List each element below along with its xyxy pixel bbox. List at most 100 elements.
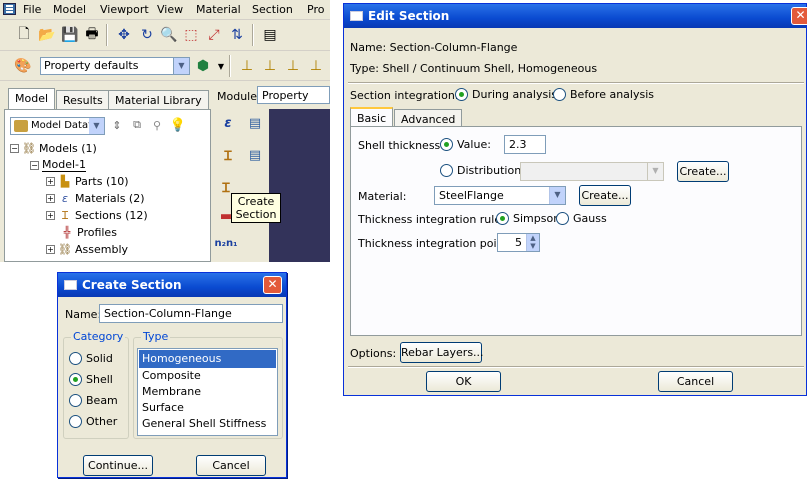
abaqus-main-window: File Model Viewport View Material Sectio… xyxy=(0,0,330,262)
print-icon[interactable]: 🖶 xyxy=(81,24,103,46)
new-file-icon[interactable]: 🗋 xyxy=(13,24,35,46)
material-select[interactable]: SteelFlange ▼ xyxy=(434,186,566,205)
ok-button[interactable]: OK xyxy=(426,371,501,392)
window-icon xyxy=(350,11,363,21)
type-general-shell-stiffness[interactable]: General Shell Stiffness xyxy=(139,416,276,432)
collapse-icon[interactable]: − xyxy=(10,144,19,153)
material-manager-icon[interactable]: ▤ xyxy=(243,112,267,134)
menu-bar: File Model Viewport View Material Sectio… xyxy=(0,0,330,20)
parts-icon: ▙ xyxy=(60,175,70,188)
system-menu-icon[interactable] xyxy=(3,3,16,15)
pan-icon[interactable]: ✥ xyxy=(113,24,135,46)
section-name-input[interactable]: Section-Column-Flange xyxy=(99,304,283,323)
color-palette-icon[interactable]: 🎨 xyxy=(12,55,34,77)
models-icon: ⛓ xyxy=(22,142,36,155)
expand-icon[interactable]: + xyxy=(46,211,55,220)
tab-results[interactable]: Results xyxy=(56,90,110,110)
rule-gauss-radio[interactable]: Gauss xyxy=(556,212,607,225)
cancel-button[interactable]: Cancel xyxy=(196,455,266,476)
menu-file[interactable]: File xyxy=(23,3,41,16)
highlight-icon[interactable]: 💡 xyxy=(169,116,187,134)
thickness-distribution-radio[interactable]: Distribution: xyxy=(440,164,525,177)
thickness-value-input[interactable]: 2.3 xyxy=(504,135,546,154)
model-database-select[interactable]: Model Datat ▼ xyxy=(10,117,105,135)
module-select[interactable]: Property xyxy=(257,86,330,104)
menu-model[interactable]: Model xyxy=(53,3,86,16)
tree-item-models[interactable]: − ⛓ Models (1) xyxy=(10,142,97,155)
viewport-manager-icon[interactable]: ▤ xyxy=(259,24,281,46)
create-distribution-button[interactable]: Create... xyxy=(677,161,729,182)
menu-material[interactable]: Material xyxy=(196,3,241,16)
view-xy-icon[interactable]: ⊥ xyxy=(236,55,258,77)
distribution-select[interactable]: ▼ xyxy=(520,162,664,181)
close-icon[interactable]: ✕ xyxy=(263,276,282,294)
zoom-icon[interactable]: 🔍 xyxy=(158,24,180,46)
tree-item-assembly[interactable]: + ⛓ Assembly xyxy=(46,243,128,256)
tab-basic[interactable]: Basic xyxy=(350,107,394,128)
view-yx-icon[interactable]: ⊥ xyxy=(259,55,281,77)
view-zx-icon[interactable]: ⊥ xyxy=(282,55,304,77)
type-composite[interactable]: Composite xyxy=(139,368,276,384)
close-icon[interactable]: ✕ xyxy=(791,7,807,25)
expand-icon[interactable]: + xyxy=(46,194,55,203)
expand-icon[interactable]: + xyxy=(46,245,55,254)
continue-button[interactable]: Continue... xyxy=(83,455,153,476)
filter-icon[interactable]: ⧉ xyxy=(128,116,146,134)
tab-model[interactable]: Model xyxy=(8,88,56,110)
open-folder-icon[interactable]: 📂 xyxy=(36,24,58,46)
thickness-rule-label: Thickness integration rule: xyxy=(358,213,505,226)
rebar-layers-button[interactable]: Rebar Layers... xyxy=(400,342,484,363)
tab-material-library[interactable]: Material Library xyxy=(108,90,209,110)
before-analysis-radio[interactable]: Before analysis xyxy=(553,88,654,101)
category-other-radio[interactable]: Other xyxy=(69,415,117,428)
tree-item-profiles[interactable]: ╬ Profiles xyxy=(60,226,117,239)
collapse-icon[interactable]: − xyxy=(30,160,39,170)
tree-item-model-1[interactable]: − Model-1 xyxy=(30,158,86,172)
view-xz-icon[interactable]: ⊥ xyxy=(305,55,327,77)
module-label: Module: xyxy=(217,90,261,103)
menu-viewport[interactable]: Viewport xyxy=(100,3,149,16)
integration-points-spinner[interactable]: 5 ▲ ▼ xyxy=(497,233,540,252)
rule-simpson-radio[interactable]: Simpson xyxy=(496,212,560,225)
type-homogeneous[interactable]: Homogeneous xyxy=(139,350,276,368)
material-label: Material: xyxy=(358,190,407,203)
tree-item-parts[interactable]: + ▙ Parts (10) xyxy=(46,175,129,188)
section-manager-icon[interactable]: ▤ xyxy=(243,144,267,166)
color-code-select[interactable]: Property defaults ▼ xyxy=(40,57,190,75)
assembly-icon: ⛓ xyxy=(58,243,72,256)
cancel-button[interactable]: Cancel xyxy=(658,371,733,392)
rotate-icon[interactable]: ↻ xyxy=(136,24,158,46)
assign-orientation-icon[interactable]: n₂n₁ xyxy=(214,232,238,254)
category-shell-radio[interactable]: Shell xyxy=(69,373,113,386)
auto-fit-icon[interactable]: ⤢ xyxy=(203,24,225,46)
save-icon[interactable]: 💾 xyxy=(59,24,81,46)
box-zoom-icon[interactable]: ⬚ xyxy=(180,24,202,46)
create-section-icon[interactable]: Ɪ xyxy=(216,144,240,166)
type-title: Type xyxy=(141,330,171,343)
expand-icon[interactable]: + xyxy=(46,177,55,186)
secondary-toolbar: 🎨 Property defaults ▼ ⬢ ▼ ⊥ ⊥ ⊥ ⊥ xyxy=(0,51,330,81)
section-type-list[interactable]: Homogeneous Composite Membrane Surface G… xyxy=(137,348,278,436)
menu-view[interactable]: View xyxy=(157,3,183,16)
spinner-arrows-icon[interactable]: ▲ ▼ xyxy=(526,234,539,251)
type-membrane[interactable]: Membrane xyxy=(139,384,276,400)
type-surface[interactable]: Surface xyxy=(139,400,276,416)
expand-tree-icon[interactable]: ⚲ xyxy=(148,116,166,134)
category-beam-radio[interactable]: Beam xyxy=(69,394,118,407)
cycle-views-icon[interactable]: ⇅ xyxy=(226,24,248,46)
menu-profile[interactable]: Pro xyxy=(307,3,324,16)
during-analysis-radio[interactable]: During analysis xyxy=(455,88,557,101)
section-integration-label: Section integration: xyxy=(350,89,459,102)
menu-section[interactable]: Section xyxy=(252,3,293,16)
tree-item-sections[interactable]: + Ɪ Sections (12) xyxy=(46,209,148,222)
thickness-value-radio[interactable]: Value: xyxy=(440,138,491,151)
viewport-canvas[interactable] xyxy=(269,109,330,262)
dialog-titlebar: Edit Section ✕ xyxy=(344,4,807,28)
category-solid-radio[interactable]: Solid xyxy=(69,352,113,365)
chevron-down-icon: ▼ xyxy=(89,118,104,134)
tree-item-materials[interactable]: + ε Materials (2) xyxy=(46,192,145,205)
create-material-button[interactable]: Create... xyxy=(579,185,631,206)
sort-icon[interactable]: ⇕ xyxy=(108,116,126,134)
create-material-icon[interactable]: ε xyxy=(216,112,240,134)
category-title: Category xyxy=(71,330,126,343)
